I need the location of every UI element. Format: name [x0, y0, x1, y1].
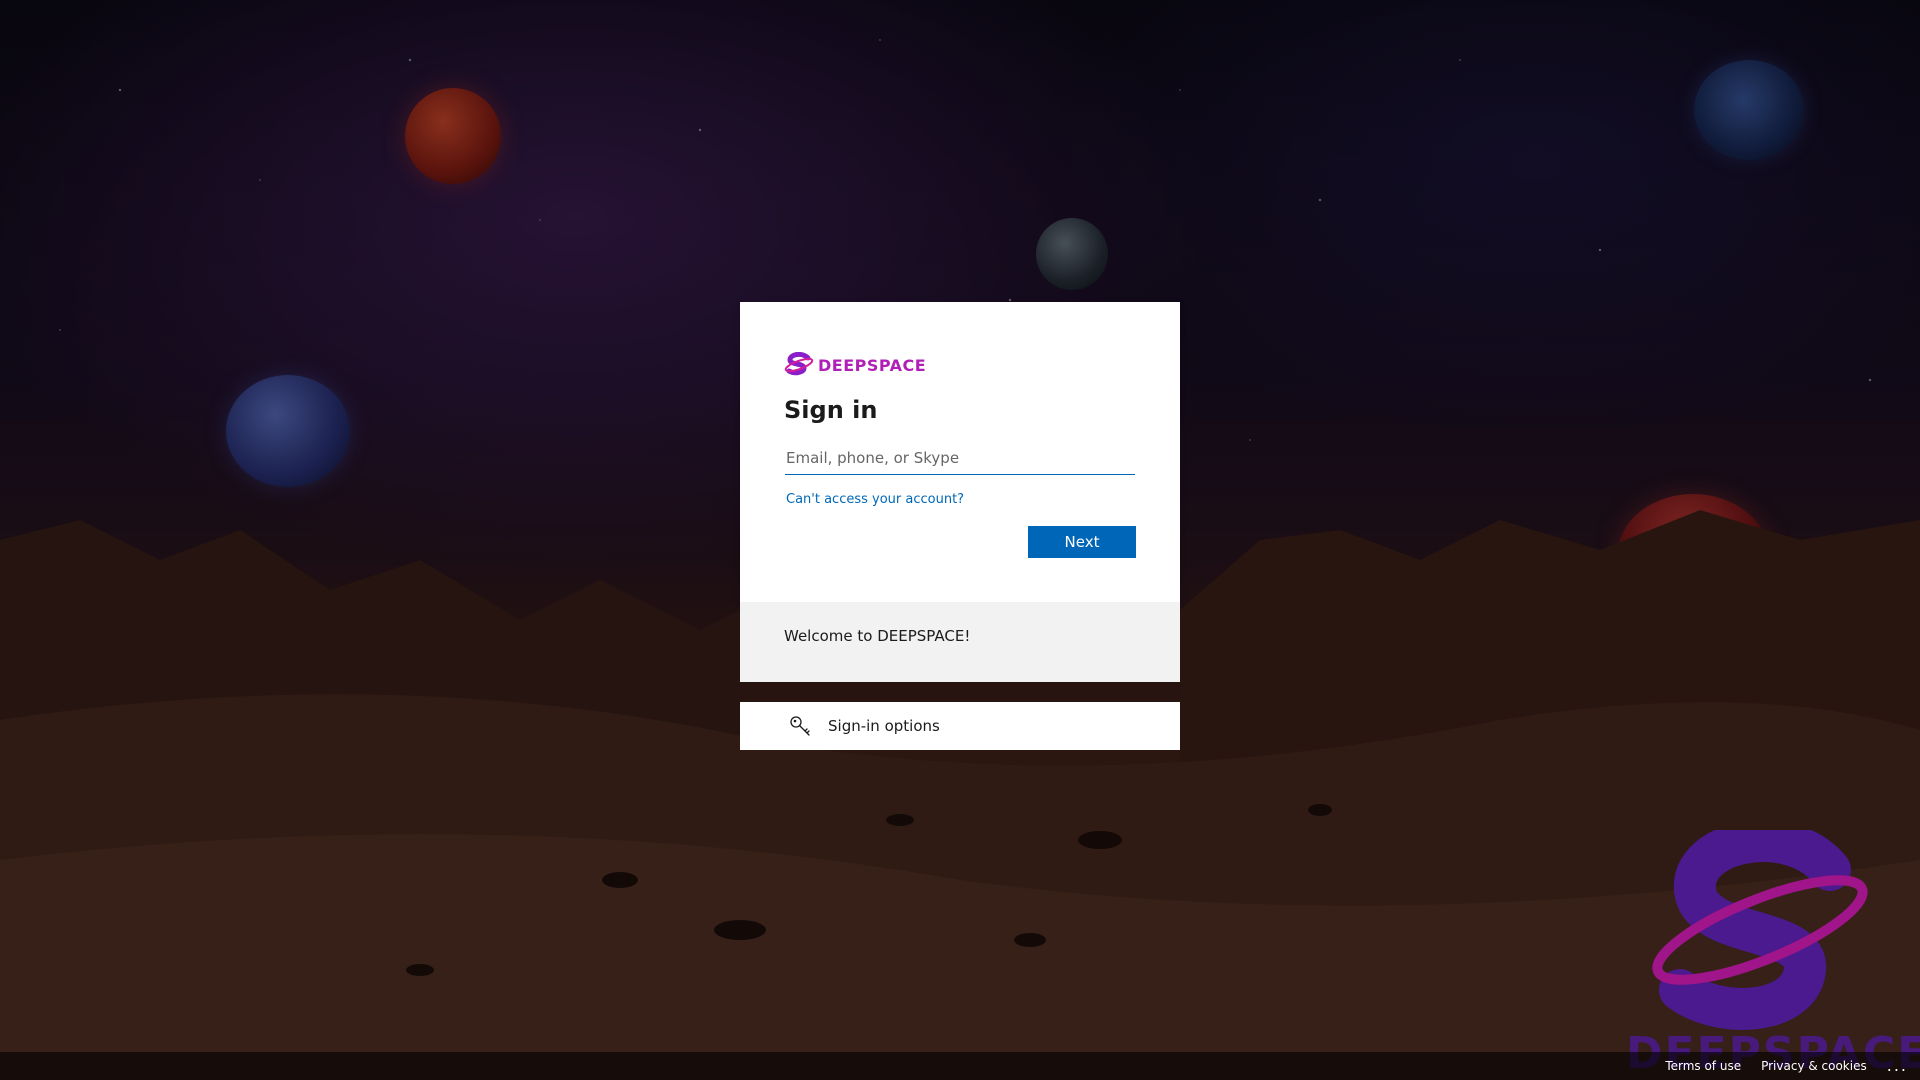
footer-bar: Terms of use Privacy & cookies ... [0, 1052, 1920, 1080]
signin-options-label: Sign-in options [828, 717, 940, 735]
key-icon [790, 716, 810, 736]
logo-text: DEEPSPACE [818, 355, 927, 375]
terms-of-use-link[interactable]: Terms of use [1665, 1059, 1741, 1073]
cant-access-link[interactable]: Can't access your account? [786, 492, 964, 507]
privacy-cookies-link[interactable]: Privacy & cookies [1761, 1059, 1867, 1073]
welcome-panel: Welcome to DEEPSPACE! [740, 602, 1180, 682]
welcome-message: Welcome to DEEPSPACE! [784, 627, 971, 645]
next-button[interactable]: Next [1028, 526, 1136, 558]
more-options-icon[interactable]: ... [1887, 1058, 1908, 1074]
signin-options-button[interactable]: Sign-in options [740, 702, 1180, 750]
brand-logo: DEEPSPACE [784, 350, 926, 380]
page-title: Sign in [784, 396, 878, 424]
email-field[interactable] [785, 442, 1135, 475]
signin-card: DEEPSPACE Sign in Can't access your acco… [740, 302, 1180, 602]
deepspace-logo-icon [784, 352, 814, 376]
deepspace-watermark-icon [1652, 830, 1868, 1030]
